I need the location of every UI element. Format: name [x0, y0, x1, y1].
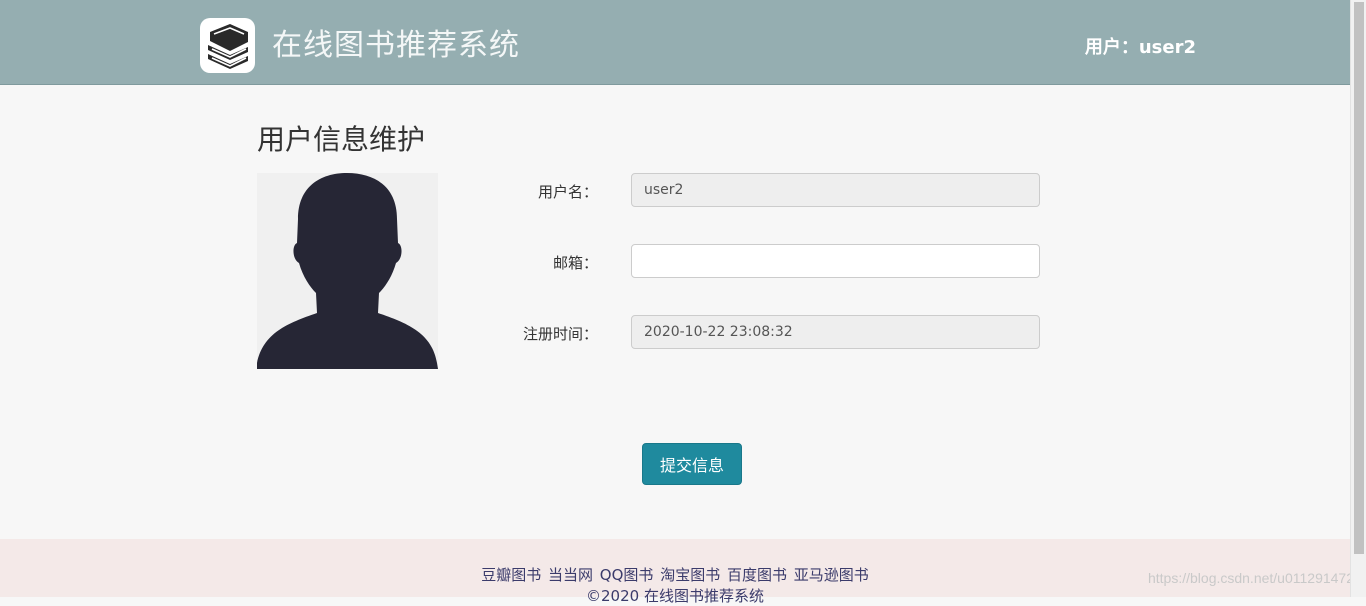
footer-link-douban[interactable]: 豆瓣图书 [481, 566, 541, 584]
footer-link-baidu[interactable]: 百度图书 [727, 566, 787, 584]
footer: 豆瓣图书 当当网 QQ图书 淘宝图书 百度图书 亚马逊图书 ©2020 在线图书… [0, 539, 1350, 605]
header-bar: 在线图书推荐系统 用户：user2 [0, 0, 1350, 85]
page-title: 用户信息维护 [257, 123, 426, 156]
register-time-field[interactable] [631, 315, 1040, 349]
scrollbar[interactable] [1350, 0, 1366, 597]
watermark: https://blog.csdn.net/u011291472 [1147, 570, 1354, 586]
username-field[interactable] [631, 173, 1040, 207]
footer-link-dangdang[interactable]: 当当网 [548, 566, 593, 584]
user-label[interactable]: 用户：user2 [1085, 33, 1196, 59]
register-time-label: 注册时间： [522, 325, 598, 343]
footer-link-qq[interactable]: QQ图书 [600, 566, 654, 584]
copyright: ©2020 在线图书推荐系统 [586, 587, 764, 605]
footer-link-taobao[interactable]: 淘宝图书 [660, 566, 720, 584]
submit-button[interactable]: 提交信息 [642, 443, 742, 485]
site-title[interactable]: 在线图书推荐系统 [272, 20, 520, 64]
username-label: 用户名： [537, 183, 598, 201]
email-field[interactable] [631, 244, 1040, 278]
footer-link-amazon[interactable]: 亚马逊图书 [794, 566, 869, 584]
books-icon[interactable] [200, 18, 255, 73]
scrollbar-thumb[interactable] [1354, 2, 1364, 554]
user-silhouette-icon [257, 173, 438, 369]
email-label: 邮箱： [552, 254, 598, 272]
